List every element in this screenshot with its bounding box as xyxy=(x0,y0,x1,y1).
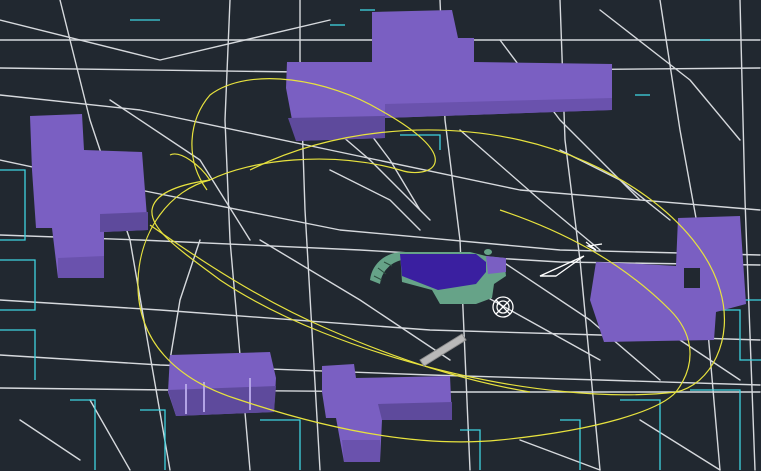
selected-building-group[interactable] xyxy=(370,249,506,304)
curved-canopy xyxy=(370,252,402,284)
building-side xyxy=(342,440,380,462)
building-roof xyxy=(590,216,746,342)
gray-slab-element[interactable] xyxy=(419,333,467,367)
building-roof xyxy=(30,114,148,278)
building-left[interactable] xyxy=(30,114,148,278)
building-lower-center[interactable] xyxy=(322,364,452,462)
building-front xyxy=(288,116,385,141)
building-top-center[interactable] xyxy=(286,10,612,141)
building-front xyxy=(100,212,148,232)
building-front xyxy=(378,402,452,420)
north-arrow-icon[interactable] xyxy=(539,241,603,277)
building-courtyard xyxy=(684,268,700,288)
building-front xyxy=(168,386,276,416)
cad-3d-model-viewport[interactable] xyxy=(0,0,761,471)
building-right[interactable] xyxy=(590,216,746,342)
ucs-origin-icon[interactable] xyxy=(492,296,514,318)
wing-roof xyxy=(486,256,506,274)
rooftop-feature xyxy=(484,249,492,255)
building-side xyxy=(58,256,104,278)
site-model-scene[interactable] xyxy=(0,0,761,471)
